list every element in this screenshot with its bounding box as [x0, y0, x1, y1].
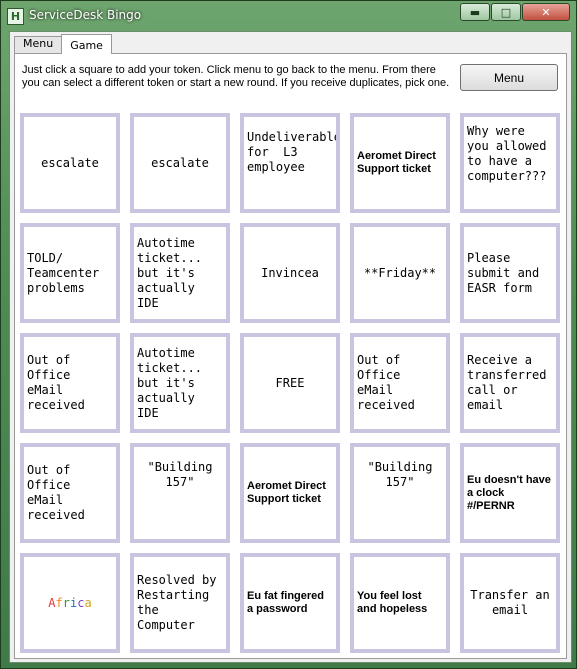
bingo-square[interactable]: Please submit and EASR form [460, 223, 560, 323]
bingo-square[interactable]: Out of Office eMail received [20, 443, 120, 543]
bingo-square[interactable]: escalate [130, 113, 230, 213]
bingo-square[interactable]: Africa [20, 553, 120, 653]
bingo-square[interactable]: Invincea [240, 223, 340, 323]
bingo-square[interactable]: You feel lost and hopeless [350, 553, 450, 653]
bingo-square[interactable]: **Friday** [350, 223, 450, 323]
bingo-square[interactable]: "Building 157" [350, 443, 450, 543]
bingo-square[interactable]: Undeliverable for L3 employee [240, 113, 340, 213]
bingo-square[interactable]: Autotime ticket... but it's actually IDE [130, 333, 230, 433]
app-icon: H [7, 8, 24, 25]
bingo-square[interactable]: Eu fat fingered a password [240, 553, 340, 653]
app-window: H ServiceDesk Bingo ▬ □ ✕ Menu Game Just… [0, 0, 577, 669]
bingo-square[interactable]: FREE [240, 333, 340, 433]
bingo-square[interactable]: Eu doesn't have a clock #/PERNR [460, 443, 560, 543]
client-area: Menu Game Just click a square to add you… [9, 31, 572, 663]
tab-menu[interactable]: Menu [14, 36, 63, 54]
tab-strip: Menu Game [14, 34, 112, 54]
menu-button[interactable]: Menu [460, 64, 558, 91]
bingo-board: escalate escalate Undeliverable for L3 e… [20, 113, 560, 653]
bingo-square[interactable]: TOLD/ Teamcenter problems [20, 223, 120, 323]
bingo-square[interactable]: Why were you allowed to have a computer?… [460, 113, 560, 213]
africa-label: Africa [48, 595, 92, 610]
bingo-square[interactable]: Resolved by Restarting the Computer [130, 553, 230, 653]
minimize-icon: ▬ [469, 5, 481, 19]
maximize-icon: □ [500, 5, 512, 19]
game-panel: Just click a square to add your token. C… [14, 53, 567, 659]
close-icon: ✕ [541, 5, 551, 19]
maximize-button[interactable]: □ [491, 3, 521, 21]
bingo-square[interactable]: Autotime ticket... but it's actually IDE [130, 223, 230, 323]
close-button[interactable]: ✕ [522, 3, 570, 21]
tab-game[interactable]: Game [61, 34, 112, 54]
minimize-button[interactable]: ▬ [460, 3, 490, 21]
instructions-text: Just click a square to add your token. C… [22, 64, 450, 89]
window-title: ServiceDesk Bingo [29, 8, 142, 22]
bingo-square[interactable]: Out of Office eMail received [20, 333, 120, 433]
bingo-square[interactable]: Aeromet Direct Support ticket [350, 113, 450, 213]
bingo-square[interactable]: Aeromet Direct Support ticket [240, 443, 340, 543]
title-bar[interactable]: H ServiceDesk Bingo ▬ □ ✕ [1, 1, 576, 30]
window-controls: ▬ □ ✕ [460, 3, 570, 21]
bingo-square[interactable]: "Building 157" [130, 443, 230, 543]
bingo-square[interactable]: escalate [20, 113, 120, 213]
bingo-square[interactable]: Transfer an email [460, 553, 560, 653]
bingo-square[interactable]: Out of Office eMail received [350, 333, 450, 433]
bingo-square[interactable]: Receive a transferred call or email [460, 333, 560, 433]
